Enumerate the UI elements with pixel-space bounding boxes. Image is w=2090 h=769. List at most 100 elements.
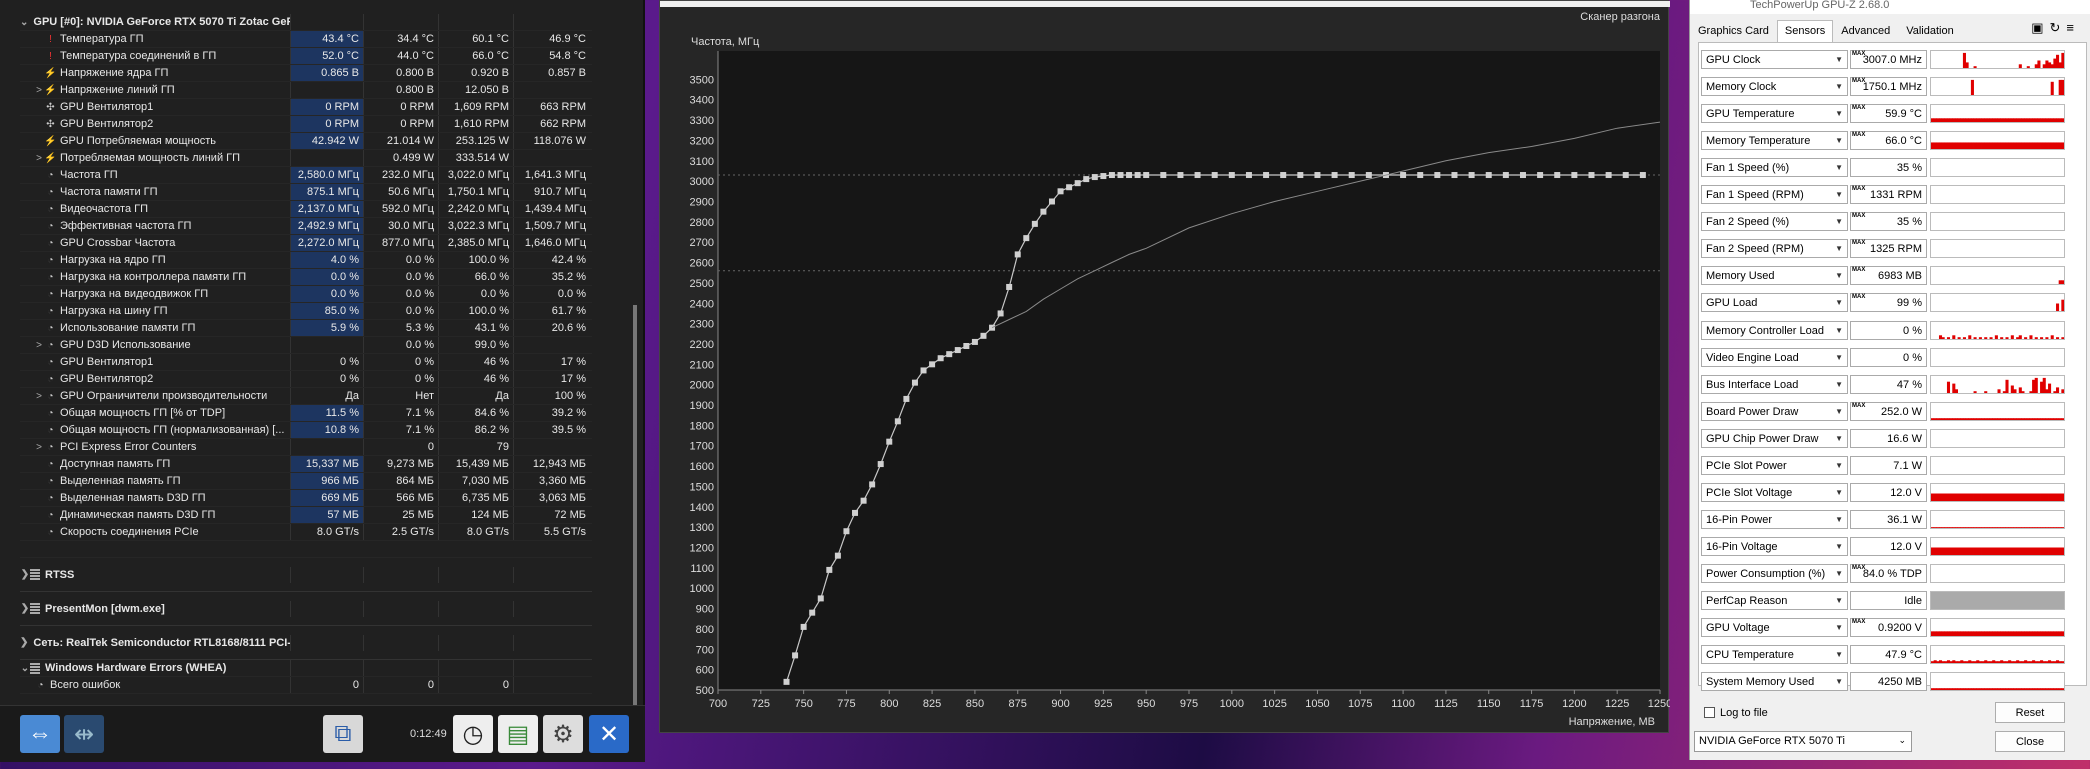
vf-point[interactable] <box>1417 172 1424 179</box>
vf-point[interactable] <box>1211 172 1218 179</box>
settings-button[interactable]: ⚙ <box>543 715 583 753</box>
sensor-name-dropdown[interactable]: GPU Voltage ▼ <box>1701 618 1848 638</box>
tab-sensors[interactable]: Sensors <box>1776 20 1834 42</box>
sensor-name-dropdown[interactable]: PCIe Slot Power ▼ <box>1701 455 1848 475</box>
vf-point[interactable] <box>1134 172 1141 179</box>
sensor-name-dropdown[interactable]: GPU Clock ▼ <box>1701 50 1848 69</box>
sensor-row[interactable]: ◔ Нагрузка на контроллера памяти ГП 0.0 % 0… <box>20 269 592 286</box>
vf-point[interactable] <box>1126 172 1133 179</box>
vf-point[interactable] <box>1502 172 1509 179</box>
sensor-row[interactable]: > ◔ PCI Express Error Counters 0 79 <box>20 439 592 456</box>
vf-point[interactable] <box>1014 251 1021 258</box>
refresh-icon[interactable]: ↻ <box>2050 20 2067 35</box>
vf-point[interactable] <box>1331 172 1338 179</box>
vf-point[interactable] <box>1117 172 1124 179</box>
vf-point[interactable] <box>1519 172 1526 179</box>
camera-icon[interactable]: ▣ <box>2031 20 2049 35</box>
sensor-row[interactable]: ◔ Доступная память ГП 15,337 МБ 9,273 МБ 15,… <box>20 456 592 473</box>
vf-point[interactable] <box>826 566 833 573</box>
vf-point[interactable] <box>1605 172 1612 179</box>
sensor-name-dropdown[interactable]: Memory Controller Load ▼ <box>1701 320 1848 340</box>
sensor-name-dropdown[interactable]: Memory Used ▼ <box>1701 266 1848 286</box>
expand-icon[interactable]: ❯ <box>20 569 30 580</box>
expand-icon[interactable]: ⌄ <box>20 17 28 28</box>
sensor-row[interactable]: ◔ GPU Вентилятор2 0 % 0 % 46 % 17 % <box>20 371 592 388</box>
vf-point[interactable] <box>1006 283 1013 290</box>
sensor-name-dropdown[interactable]: 16-Pin Power ▼ <box>1701 509 1848 529</box>
sensor-row[interactable]: > ⚡ Напряжение линий ГП 0.800 B 12.050 B <box>20 82 592 99</box>
vf-point[interactable] <box>894 418 901 425</box>
sensor-row[interactable]: ◔ Нагрузка на шину ГП 85.0 % 0.0 % 100.0 % 61… <box>20 303 592 320</box>
vf-point[interactable] <box>1485 172 1492 179</box>
expand-icon[interactable]: ⌄ <box>20 663 30 674</box>
vf-point[interactable] <box>903 395 910 402</box>
sensor-name-dropdown[interactable]: Video Engine Load ▼ <box>1701 347 1848 367</box>
sensor-row[interactable]: ⚡ Напряжение ядра ГП 0.865 B 0.800 B 0.920 B… <box>20 65 592 82</box>
sensor-name-dropdown[interactable]: Fan 1 Speed (%) ▼ <box>1701 158 1848 178</box>
tab-graphics-card[interactable]: Graphics Card <box>1690 20 1777 42</box>
vf-point[interactable] <box>1468 172 1475 179</box>
vf-point[interactable] <box>817 595 824 602</box>
sensor-row[interactable]: ⚡ GPU Потребляемая мощность 42.942 W 21.014… <box>20 133 592 150</box>
sensor-name-dropdown[interactable]: Power Consumption (%) ▼ <box>1701 563 1848 583</box>
sensor-name-dropdown[interactable]: GPU Temperature ▼ <box>1701 104 1848 124</box>
expand-icon[interactable]: > <box>34 442 44 453</box>
vf-point[interactable] <box>1245 172 1252 179</box>
reset-button[interactable]: Reset <box>1995 702 2065 723</box>
vf-point[interactable] <box>1100 173 1107 180</box>
sensor-row[interactable]: ◔ Нагрузка на ядро ГП 4.0 % 0.0 % 100.0 % 42.… <box>20 252 592 269</box>
vf-point[interactable] <box>911 379 918 386</box>
vf-point[interactable] <box>929 361 936 368</box>
expand-icon[interactable]: > <box>34 340 44 351</box>
vf-point[interactable] <box>1348 172 1355 179</box>
vf-point[interactable] <box>1588 172 1595 179</box>
vf-point[interactable] <box>792 652 799 659</box>
gpu-group-header[interactable]: ⌄ GPU [#0]: NVIDIA GeForce RTX 5070 Ti Zo… <box>20 14 592 31</box>
expand-icon[interactable]: ❯ <box>20 603 30 614</box>
sensor-row[interactable]: ◔ Частота памяти ГП 875.1 МГц 50.6 МГц 1,750… <box>20 184 592 201</box>
expand-icon[interactable]: > <box>34 85 44 96</box>
gpu-select[interactable]: NVIDIA GeForce RTX 5070 Ti ⌄ <box>1694 731 1912 752</box>
sensor-row[interactable]: > ◔ GPU Ограничители производительности Да Н… <box>20 388 592 405</box>
vf-point[interactable] <box>1263 172 1270 179</box>
vf-point[interactable] <box>877 461 884 468</box>
menu-icon[interactable]: ≡ <box>2066 20 2080 35</box>
vf-point[interactable] <box>954 347 961 354</box>
vf-point[interactable] <box>843 528 850 535</box>
sensor-row[interactable]: ◔ Частота ГП 2,580.0 МГц 232.0 МГц 3,022.0 М… <box>20 167 592 184</box>
close-gpuz-button[interactable]: Close <box>1995 731 2065 752</box>
vf-point[interactable] <box>1031 220 1038 227</box>
sensor-group[interactable]: ❯ PresentMon [dwm.exe] <box>20 592 592 626</box>
sensor-row[interactable]: ◔ Видеочастота ГП 2,137.0 МГц 592.0 МГц 2,24… <box>20 201 592 218</box>
vf-point[interactable] <box>1554 172 1561 179</box>
vf-point[interactable] <box>800 623 807 630</box>
sensor-name-dropdown[interactable]: PerfCap Reason ▼ <box>1701 591 1848 610</box>
sensor-name-dropdown[interactable]: Board Power Draw ▼ <box>1701 401 1848 421</box>
sensor-name-dropdown[interactable]: 16-Pin Voltage ▼ <box>1701 536 1848 556</box>
sensor-row[interactable]: ✣ GPU Вентилятор1 0 RPM 0 RPM 1,609 RPM 663 R… <box>20 99 592 116</box>
vf-point[interactable] <box>1434 172 1441 179</box>
sensor-name-dropdown[interactable]: Fan 2 Speed (%) ▼ <box>1701 212 1848 232</box>
vf-point[interactable] <box>1074 180 1081 187</box>
sensor-row[interactable]: ◔ GPU Вентилятор1 0 % 0 % 46 % 17 % <box>20 354 592 371</box>
sensor-name-dropdown[interactable]: Fan 1 Speed (RPM) ▼ <box>1701 185 1848 205</box>
vf-point[interactable] <box>1066 184 1073 191</box>
vf-point[interactable] <box>1160 172 1167 179</box>
vf-point[interactable] <box>1194 172 1201 179</box>
vf-point[interactable] <box>886 438 893 445</box>
vf-point[interactable] <box>1537 172 1544 179</box>
sensor-row[interactable]: ◔ Выделенная память D3D ГП 669 МБ 566 МБ 6,7… <box>20 490 592 507</box>
sensor-row[interactable]: ◔ Общая мощность ГП (нормализованная) [..… <box>20 422 592 439</box>
sensor-row[interactable]: ◔ Динамическая память D3D ГП 57 МБ 25 МБ 124… <box>20 507 592 524</box>
vf-point[interactable] <box>1143 172 1150 179</box>
sensor-row[interactable]: ◔ Нагрузка на видеодвижок ГП 0.0 % 0.0 % 0.0… <box>20 286 592 303</box>
network-button[interactable]: ⧉ <box>323 715 363 753</box>
expand-icon[interactable]: > <box>34 391 44 402</box>
vf-point[interactable] <box>1108 172 1115 179</box>
vf-point[interactable] <box>937 355 944 362</box>
vf-point[interactable] <box>1091 174 1098 181</box>
vf-point[interactable] <box>1451 172 1458 179</box>
close-button[interactable]: ✕ <box>589 715 629 753</box>
vf-point[interactable] <box>1083 176 1090 183</box>
vf-point[interactable] <box>1622 172 1629 179</box>
